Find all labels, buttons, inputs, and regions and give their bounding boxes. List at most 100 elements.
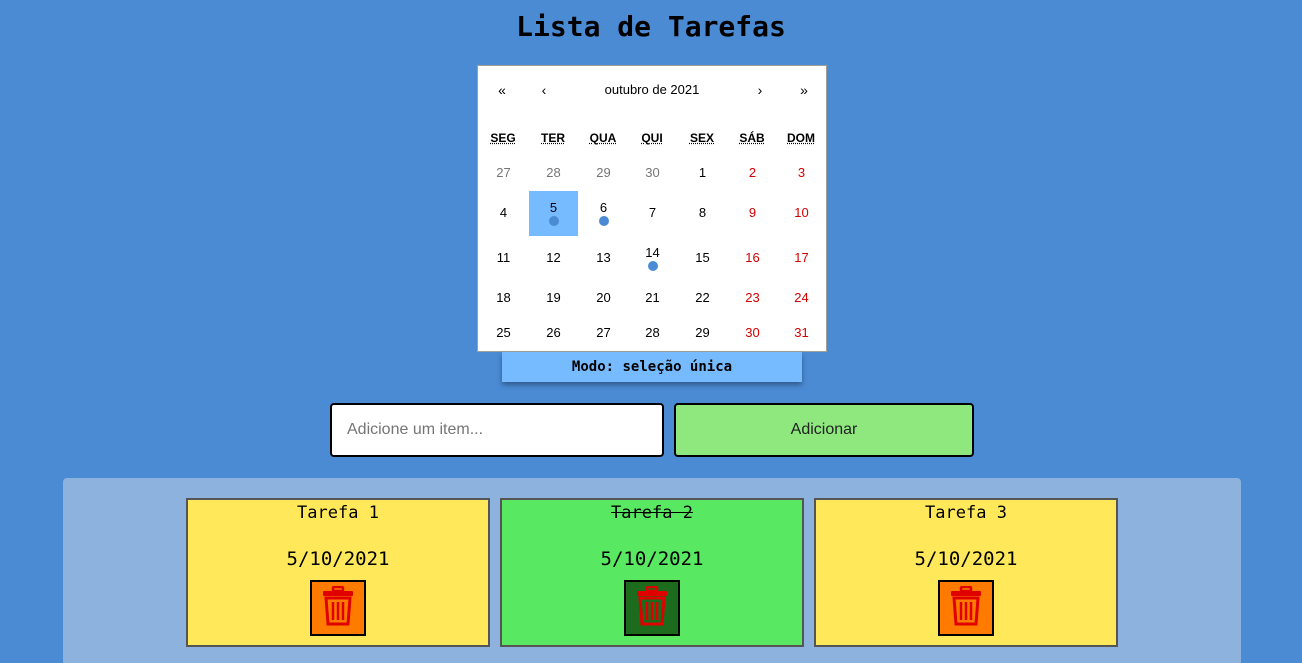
- task-name: Tarefa 3: [925, 503, 1007, 523]
- day-number: 29: [596, 165, 611, 180]
- calendar-day[interactable]: 31: [777, 316, 826, 351]
- weekday-label: SEX: [689, 131, 714, 145]
- day-number: 25: [496, 325, 511, 340]
- day-number: 17: [794, 250, 809, 265]
- new-item-input[interactable]: [330, 403, 664, 457]
- task-card[interactable]: Tarefa 3 5/10/2021: [814, 498, 1118, 647]
- calendar: « ‹ outubro de 2021 › » SEG TER QUA QUI SEX S…: [477, 65, 827, 352]
- day-number: 26: [546, 325, 561, 340]
- prev-year-button[interactable]: «: [482, 78, 522, 102]
- weekday-label: SEG: [490, 131, 516, 145]
- day-number: 31: [794, 325, 809, 340]
- task-card[interactable]: Tarefa 2 5/10/2021: [500, 498, 804, 647]
- calendar-day[interactable]: 13: [579, 236, 628, 281]
- calendar-day[interactable]: 11: [479, 236, 528, 281]
- day-number: 13: [596, 250, 611, 265]
- weekday-label: SÁB: [739, 131, 765, 145]
- calendar-day[interactable]: 5: [529, 191, 578, 236]
- day-number: 19: [546, 290, 561, 305]
- calendar-day[interactable]: 18: [479, 281, 528, 316]
- calendar-day[interactable]: 26: [529, 316, 578, 351]
- calendar-day[interactable]: 2: [728, 163, 777, 185]
- task-marker-dot: [647, 261, 658, 271]
- calendar-day[interactable]: 20: [579, 281, 628, 316]
- day-number: 2: [748, 165, 757, 180]
- weekday-label: DOM: [787, 131, 815, 145]
- day-number: 7: [648, 205, 657, 220]
- next-year-button[interactable]: »: [784, 78, 824, 102]
- calendar-day[interactable]: 27: [479, 163, 528, 185]
- calendar-day[interactable]: 10: [777, 191, 826, 236]
- day-number: 8: [698, 205, 707, 220]
- day-number: 27: [596, 325, 611, 340]
- calendar-day[interactable]: 28: [628, 316, 677, 351]
- weekday-label: QUA: [589, 131, 617, 145]
- task-list: Tarefa 1 5/10/2021 Tarefa 2 5/10/2021 Tarefa…: [63, 478, 1241, 663]
- day-number: 11: [496, 250, 511, 265]
- day-number: 10: [794, 205, 809, 220]
- calendar-day[interactable]: 25: [479, 316, 528, 351]
- task-date: 5/10/2021: [600, 548, 704, 570]
- calendar-day[interactable]: 12: [529, 236, 578, 281]
- calendar-day[interactable]: 19: [529, 281, 578, 316]
- task-date: 5/10/2021: [286, 548, 390, 570]
- calendar-day[interactable]: 30: [728, 316, 777, 351]
- next-month-button[interactable]: ›: [740, 78, 780, 102]
- calendar-day[interactable]: 6: [579, 191, 628, 236]
- day-number: 5: [549, 200, 558, 215]
- delete-task-button[interactable]: [624, 580, 680, 636]
- day-number: 3: [797, 165, 806, 180]
- trash-icon: [949, 585, 983, 631]
- day-number: 12: [546, 250, 561, 265]
- calendar-day[interactable]: 15: [678, 236, 727, 281]
- calendar-day[interactable]: 21: [628, 281, 677, 316]
- calendar-month-label[interactable]: outubro de 2021: [574, 78, 730, 102]
- task-name: Tarefa 2: [611, 503, 693, 523]
- calendar-day[interactable]: 27: [579, 316, 628, 351]
- calendar-day[interactable]: 17: [777, 236, 826, 281]
- day-number: 16: [745, 250, 760, 265]
- weekday-label: TER: [541, 131, 565, 145]
- task-date: 5/10/2021: [914, 548, 1018, 570]
- calendar-day[interactable]: 14: [628, 236, 677, 281]
- page: Lista de Tarefas « ‹ outubro de 2021 › »…: [0, 0, 1302, 663]
- day-number: 30: [645, 165, 660, 180]
- day-number: 15: [695, 250, 710, 265]
- day-number: 14: [645, 245, 660, 260]
- prev-month-button[interactable]: ‹: [524, 78, 564, 102]
- calendar-day[interactable]: 24: [777, 281, 826, 316]
- delete-task-button[interactable]: [310, 580, 366, 636]
- day-number: 20: [596, 290, 611, 305]
- calendar-day[interactable]: 23: [728, 281, 777, 316]
- day-number: 29: [695, 325, 710, 340]
- page-title: Lista de Tarefas: [516, 10, 786, 43]
- day-number: 27: [496, 165, 511, 180]
- calendar-day[interactable]: 8: [678, 191, 727, 236]
- trash-icon: [635, 585, 669, 631]
- day-number: 18: [496, 290, 511, 305]
- calendar-day[interactable]: 30: [628, 163, 677, 185]
- day-number: 4: [499, 205, 508, 220]
- calendar-day[interactable]: 4: [479, 191, 528, 236]
- selection-mode-label: Modo: seleção única: [502, 352, 802, 382]
- task-name: Tarefa 1: [297, 503, 379, 523]
- calendar-day[interactable]: 3: [777, 163, 826, 185]
- day-number: 23: [745, 290, 760, 305]
- calendar-day[interactable]: 1: [678, 163, 727, 185]
- calendar-day[interactable]: 22: [678, 281, 727, 316]
- calendar-day[interactable]: 7: [628, 191, 677, 236]
- day-number: 6: [599, 200, 608, 215]
- task-marker-dot: [598, 216, 609, 226]
- calendar-day[interactable]: 29: [579, 163, 628, 185]
- calendar-day[interactable]: 29: [678, 316, 727, 351]
- delete-task-button[interactable]: [938, 580, 994, 636]
- day-number: 28: [546, 165, 561, 180]
- day-number: 30: [745, 325, 760, 340]
- calendar-day[interactable]: 28: [529, 163, 578, 185]
- day-number: 9: [748, 205, 757, 220]
- calendar-day[interactable]: 16: [728, 236, 777, 281]
- calendar-navigation: « ‹ outubro de 2021 › »: [478, 66, 826, 112]
- add-button[interactable]: Adicionar: [674, 403, 974, 457]
- calendar-day[interactable]: 9: [728, 191, 777, 236]
- task-card[interactable]: Tarefa 1 5/10/2021: [186, 498, 490, 647]
